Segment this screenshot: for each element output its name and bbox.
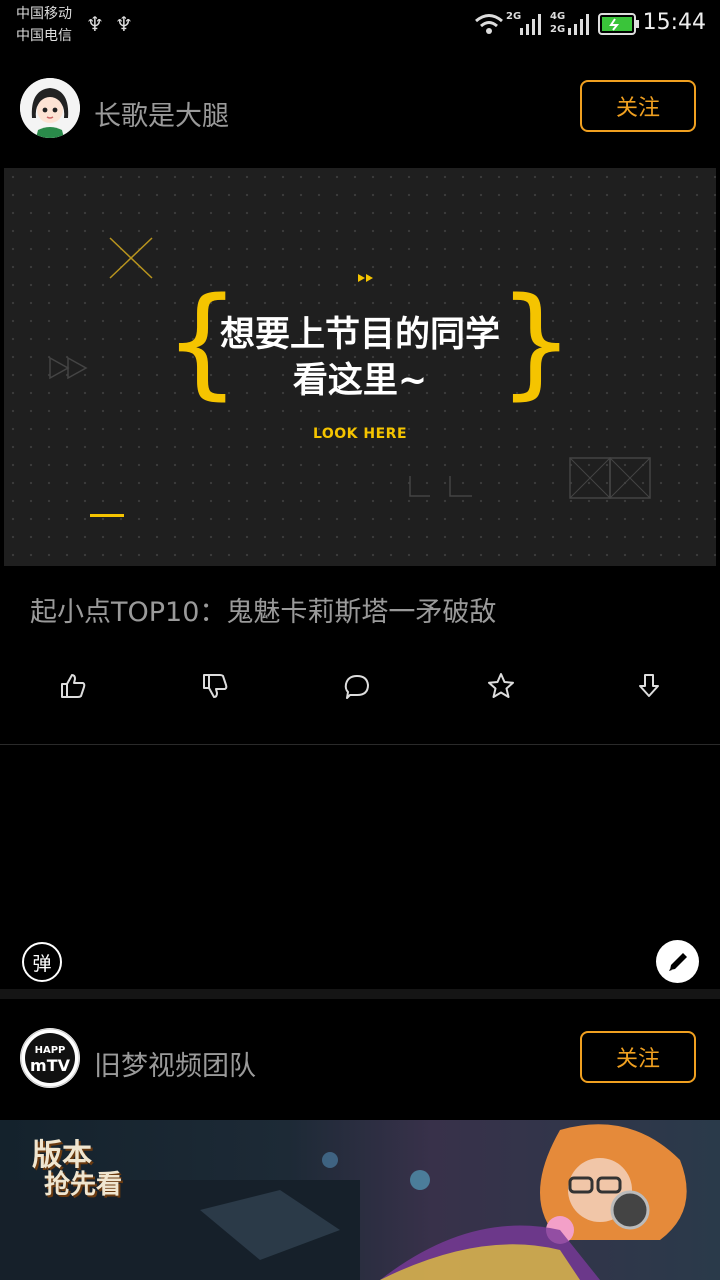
- usb-icon: ♆: [115, 12, 133, 36]
- follow-button[interactable]: 关注: [580, 80, 696, 132]
- battery-icon: [598, 13, 639, 35]
- carrier-1: 中国移动: [16, 6, 72, 22]
- follow-button[interactable]: 关注: [580, 1031, 696, 1083]
- video-thumbnail[interactable]: 版本 抢先看: [0, 1120, 720, 1280]
- play-arrows-decoration: [358, 274, 373, 282]
- avatar-text-bottom: mTV: [30, 1056, 70, 1075]
- author-name[interactable]: 旧梦视频团队: [94, 1044, 256, 1083]
- wifi-icon: [475, 14, 503, 34]
- pencil-icon: [669, 953, 687, 971]
- boxes-decoration: [569, 457, 651, 499]
- edit-button[interactable]: [656, 940, 699, 983]
- look-here-label: LOOK HERE: [312, 426, 408, 442]
- comment-icon[interactable]: [342, 671, 372, 701]
- avatar-illustration: [20, 78, 80, 138]
- clock: 15:44: [642, 10, 706, 35]
- signal-type-2-top: 4G: [550, 11, 566, 22]
- star-icon[interactable]: [486, 671, 516, 701]
- author-name[interactable]: 长歌是大腿: [94, 94, 229, 133]
- post-title[interactable]: 起小点TOP10：鬼魅卡莉斯塔一矛破敌: [30, 590, 496, 629]
- thumbs-down-icon[interactable]: [200, 671, 230, 701]
- video-overlay-line1: 想要上节目的同学: [219, 315, 500, 355]
- author-avatar[interactable]: HAPP mTV: [20, 1028, 80, 1088]
- danmaku-toggle-button[interactable]: 弹: [22, 942, 62, 982]
- banner-title-line2: 抢先看: [44, 1170, 123, 1200]
- dash-decoration: [90, 514, 124, 517]
- signal-bars-2-icon: [568, 14, 589, 35]
- section-separator: [0, 989, 720, 999]
- thumbs-up-icon[interactable]: [58, 671, 88, 701]
- x-decoration: [109, 237, 153, 279]
- signal-type-2-bottom: 2G: [550, 24, 566, 35]
- divider: [0, 744, 720, 745]
- carrier-2: 中国电信: [16, 28, 72, 44]
- usb-icon: ♆: [86, 12, 104, 36]
- author-avatar[interactable]: [20, 78, 80, 138]
- signal-bars-1-icon: [520, 14, 541, 35]
- avatar-text-top: HAPP: [34, 1045, 66, 1056]
- corner-decoration: [409, 476, 472, 497]
- download-icon[interactable]: [634, 671, 664, 701]
- video-player[interactable]: { } 想要上节目的同学 看这里~ LOOK HERE: [4, 168, 716, 566]
- video-overlay-line2: 看这里~: [292, 361, 428, 401]
